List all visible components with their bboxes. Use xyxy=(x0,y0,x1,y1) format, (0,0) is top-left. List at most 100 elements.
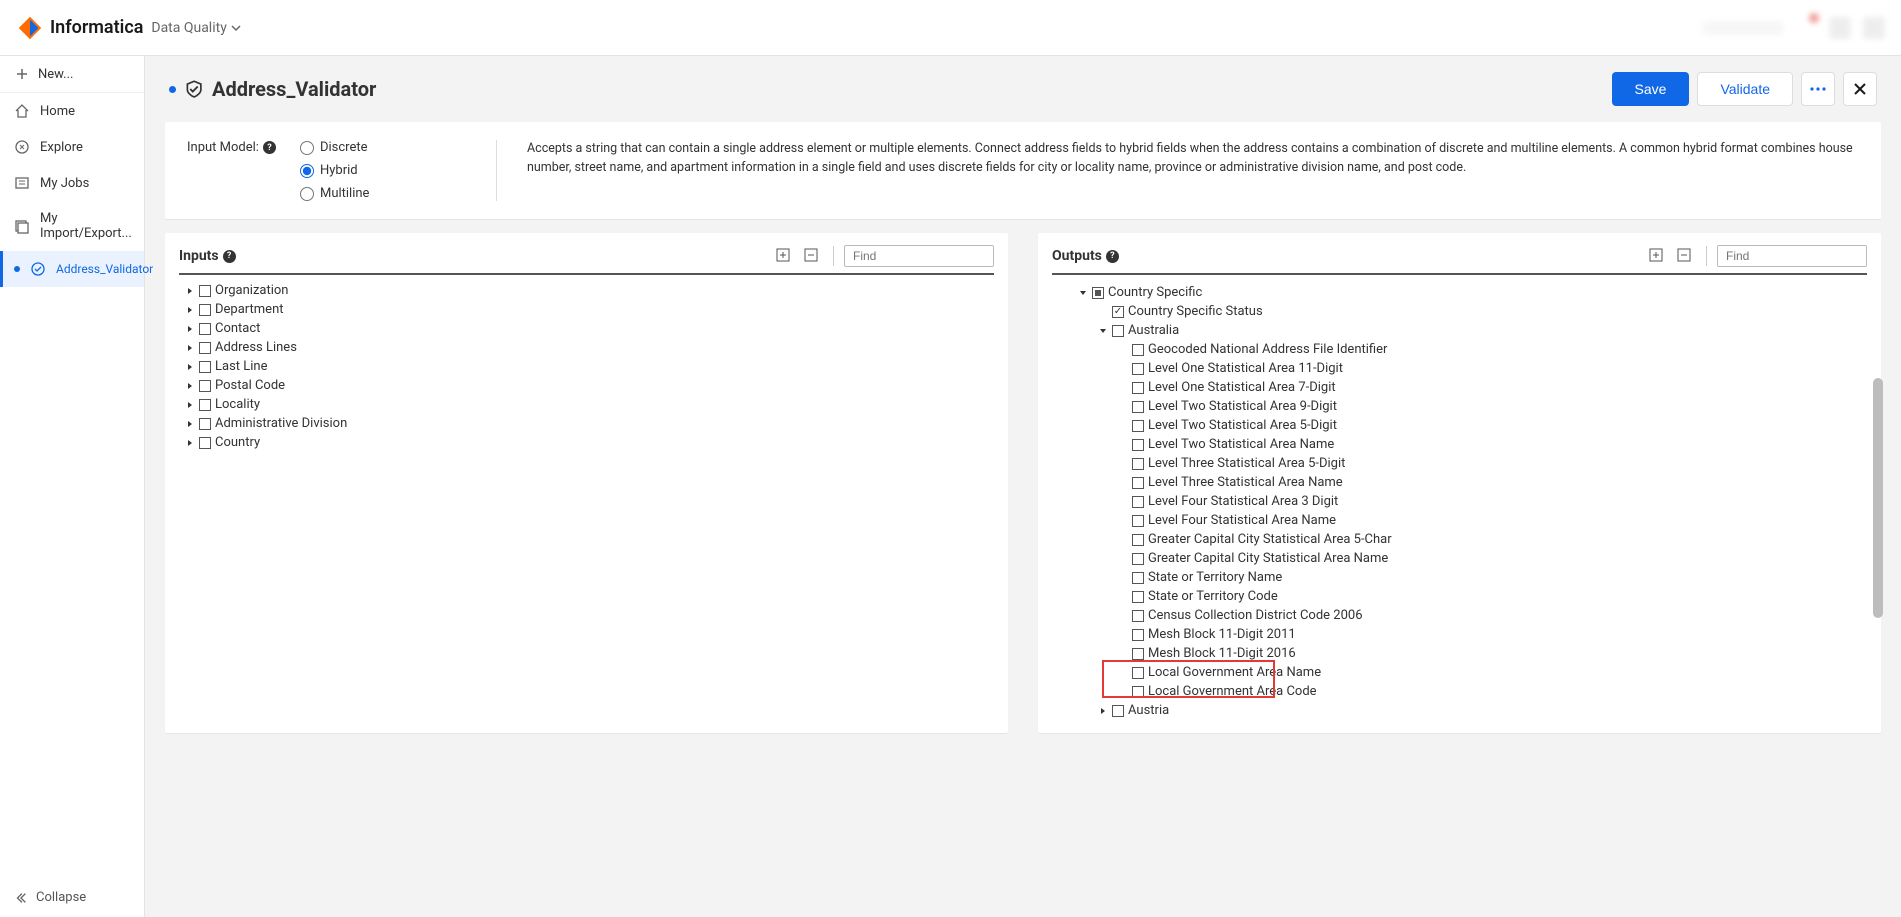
tree-node-aus-11[interactable]: Greater Capital City Statistical Area Na… xyxy=(1148,549,1388,568)
new-button[interactable]: New... xyxy=(0,56,144,93)
tree-node-aus-0[interactable]: Geocoded National Address File Identifie… xyxy=(1148,340,1387,359)
tree-checkbox[interactable] xyxy=(1092,287,1104,299)
tree-checkbox[interactable] xyxy=(199,304,211,316)
tree-node-aus-10[interactable]: Greater Capital City Statistical Area 5-… xyxy=(1148,530,1392,549)
inputs-find-input[interactable] xyxy=(844,245,994,267)
tree-checkbox[interactable] xyxy=(199,418,211,430)
radio-multiline[interactable]: Multiline xyxy=(300,186,370,201)
tree-node-aus-4[interactable]: Level Two Statistical Area 5-Digit xyxy=(1148,416,1337,435)
close-button[interactable] xyxy=(1843,72,1877,106)
tree-node-aus-2[interactable]: Level One Statistical Area 7-Digit xyxy=(1148,378,1336,397)
tree-node-aus-18[interactable]: Local Government Area Code xyxy=(1148,682,1317,701)
notification-icon[interactable] xyxy=(1795,17,1817,39)
tree-node-aus-13[interactable]: State or Territory Code xyxy=(1148,587,1278,606)
tree-caret[interactable] xyxy=(1078,289,1088,297)
tree-caret[interactable] xyxy=(185,306,195,314)
tree-node-aus-12[interactable]: State or Territory Name xyxy=(1148,568,1282,587)
collapse-all-button[interactable] xyxy=(1674,245,1696,267)
tree-caret[interactable] xyxy=(185,382,195,390)
collapse-sidebar[interactable]: Collapse xyxy=(0,878,144,917)
tree-node-aus-5[interactable]: Level Two Statistical Area Name xyxy=(1148,435,1334,454)
tree-node-input-6[interactable]: Locality xyxy=(215,395,260,414)
expand-all-button[interactable] xyxy=(1646,245,1668,267)
radio-hybrid[interactable]: Hybrid xyxy=(300,163,370,178)
tree-checkbox[interactable] xyxy=(1132,610,1144,622)
tree-checkbox[interactable] xyxy=(1132,591,1144,603)
product-switcher[interactable]: Data Quality xyxy=(151,20,240,36)
outputs-find-input[interactable] xyxy=(1717,245,1867,267)
tree-checkbox[interactable] xyxy=(199,323,211,335)
tree-node-input-1[interactable]: Department xyxy=(215,300,284,319)
tree-node-country-specific-status[interactable]: Country Specific Status xyxy=(1128,302,1263,321)
tree-checkbox[interactable] xyxy=(1132,458,1144,470)
tree-node-aus-17[interactable]: Local Government Area Name xyxy=(1148,663,1321,682)
tree-checkbox[interactable] xyxy=(199,342,211,354)
tree-checkbox[interactable] xyxy=(199,380,211,392)
tree-checkbox[interactable] xyxy=(1132,363,1144,375)
tree-caret[interactable] xyxy=(185,344,195,352)
tree-node-input-8[interactable]: Country xyxy=(215,433,260,452)
tree-node-input-5[interactable]: Postal Code xyxy=(215,376,285,395)
tree-caret[interactable] xyxy=(185,439,195,447)
tree-node-aus-7[interactable]: Level Three Statistical Area Name xyxy=(1148,473,1343,492)
tree-caret[interactable] xyxy=(185,401,195,409)
help-icon[interactable]: ? xyxy=(263,141,276,154)
validate-button[interactable]: Validate xyxy=(1697,72,1793,106)
tree-caret[interactable] xyxy=(185,420,195,428)
tree-caret[interactable] xyxy=(185,363,195,371)
help-icon[interactable]: ? xyxy=(1106,250,1119,263)
save-button[interactable]: Save xyxy=(1612,72,1690,106)
radio-discrete[interactable]: Discrete xyxy=(300,140,370,155)
tree-node-input-0[interactable]: Organization xyxy=(215,281,288,300)
tree-node-input-7[interactable]: Administrative Division xyxy=(215,414,347,433)
help-icon[interactable]: ? xyxy=(223,250,236,263)
tree-checkbox[interactable] xyxy=(1132,667,1144,679)
tree-node-aus-15[interactable]: Mesh Block 11-Digit 2011 xyxy=(1148,625,1296,644)
more-menu-button[interactable] xyxy=(1801,72,1835,106)
user-avatar[interactable] xyxy=(1829,17,1851,39)
tree-node-aus-6[interactable]: Level Three Statistical Area 5-Digit xyxy=(1148,454,1345,473)
help-icon[interactable] xyxy=(1863,17,1885,39)
tree-node-austria[interactable]: Austria xyxy=(1128,701,1169,719)
tree-node-input-4[interactable]: Last Line xyxy=(215,357,268,376)
nav-asset-address-validator[interactable]: Address_Validator xyxy=(0,251,144,287)
tree-checkbox[interactable] xyxy=(1132,515,1144,527)
page-scrollbar[interactable] xyxy=(1871,112,1883,917)
tree-checkbox[interactable] xyxy=(1132,401,1144,413)
tree-checkbox[interactable] xyxy=(1132,439,1144,451)
tree-node-aus-1[interactable]: Level One Statistical Area 11-Digit xyxy=(1148,359,1343,378)
tree-node-country-specific[interactable]: Country Specific xyxy=(1108,283,1202,302)
tree-checkbox[interactable] xyxy=(199,285,211,297)
tree-node-input-2[interactable]: Contact xyxy=(215,319,260,338)
tree-caret[interactable] xyxy=(1098,707,1108,715)
tree-checkbox[interactable] xyxy=(199,437,211,449)
tree-node-aus-8[interactable]: Level Four Statistical Area 3 Digit xyxy=(1148,492,1338,511)
tree-checkbox[interactable] xyxy=(1132,629,1144,641)
tree-node-aus-16[interactable]: Mesh Block 11-Digit 2016 xyxy=(1148,644,1296,663)
tree-checkbox[interactable] xyxy=(1112,705,1124,717)
tree-node-australia[interactable]: Australia xyxy=(1128,321,1179,340)
tree-caret[interactable] xyxy=(1098,327,1108,335)
collapse-all-button[interactable] xyxy=(801,245,823,267)
tree-node-input-3[interactable]: Address Lines xyxy=(215,338,297,357)
tree-checkbox[interactable] xyxy=(1132,496,1144,508)
tree-checkbox[interactable] xyxy=(1132,477,1144,489)
tree-node-aus-9[interactable]: Level Four Statistical Area Name xyxy=(1148,511,1336,530)
nav-myjobs[interactable]: My Jobs xyxy=(0,165,144,201)
tree-checkbox[interactable] xyxy=(199,361,211,373)
tree-checkbox[interactable] xyxy=(1132,534,1144,546)
nav-explore[interactable]: Explore xyxy=(0,129,144,165)
tree-checkbox[interactable] xyxy=(1132,344,1144,356)
tree-checkbox[interactable] xyxy=(1132,420,1144,432)
tree-checkbox[interactable] xyxy=(1132,686,1144,698)
tree-caret[interactable] xyxy=(185,325,195,333)
tree-checkbox[interactable] xyxy=(1132,648,1144,660)
tree-caret[interactable] xyxy=(185,287,195,295)
expand-all-button[interactable] xyxy=(773,245,795,267)
tree-node-aus-3[interactable]: Level Two Statistical Area 9-Digit xyxy=(1148,397,1337,416)
tree-checkbox[interactable] xyxy=(1132,382,1144,394)
tree-checkbox[interactable] xyxy=(1112,306,1124,318)
nav-importexport[interactable]: My Import/Export... xyxy=(0,201,144,251)
tree-checkbox[interactable] xyxy=(1132,572,1144,584)
nav-home[interactable]: Home xyxy=(0,93,144,129)
